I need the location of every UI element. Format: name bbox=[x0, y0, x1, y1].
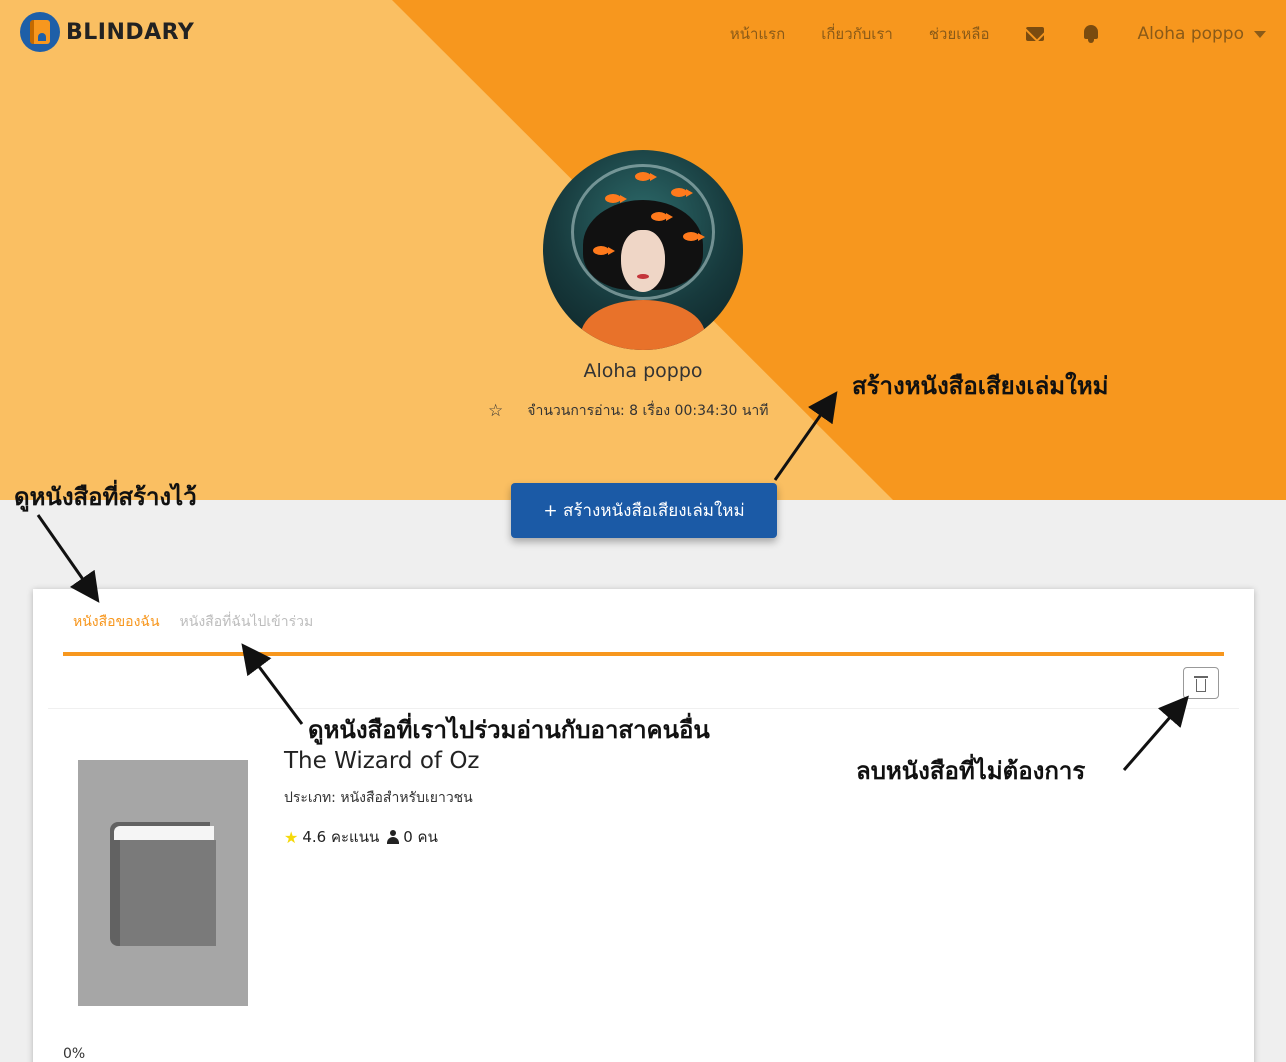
readers-count: 0 คน bbox=[403, 828, 438, 846]
delete-book-button[interactable] bbox=[1183, 667, 1219, 699]
caret-down-icon bbox=[1254, 30, 1266, 38]
envelope-icon[interactable] bbox=[1025, 24, 1045, 44]
book-placeholder-icon bbox=[110, 822, 218, 946]
bell-icon[interactable] bbox=[1081, 24, 1101, 44]
rating-text: 4.6 คะแนน bbox=[302, 828, 380, 846]
book-category: ประเภท: หนังสือสำหรับเยาวชน bbox=[284, 790, 473, 806]
divider bbox=[48, 708, 1239, 709]
brand-logo[interactable]: BLINDARY bbox=[20, 12, 194, 52]
annotation-delete: ลบหนังสือที่ไม่ต้องการ bbox=[856, 757, 1086, 785]
annotation-joined: ดูหนังสือที่เราไปร่วมอ่านกับอาสาคนอื่น bbox=[308, 716, 710, 744]
nav-link-about[interactable]: เกี่ยวกับเรา bbox=[821, 22, 893, 46]
book-cover[interactable] bbox=[78, 760, 248, 1006]
user-menu[interactable]: Aloha poppo bbox=[1137, 24, 1266, 44]
star-outline-icon: ☆ bbox=[488, 401, 504, 421]
top-nav: หน้าแรก เกี่ยวกับเรา ช่วยเหลือ Aloha pop… bbox=[694, 22, 1266, 46]
trash-icon bbox=[1194, 676, 1208, 678]
user-icon bbox=[387, 830, 400, 844]
reading-stats: ☆ จำนวนการอ่าน: 8 เรื่อง 00:34:30 นาที bbox=[488, 400, 769, 422]
tab-underline bbox=[63, 652, 1224, 656]
books-card: หนังสือของฉัน หนังสือที่ฉันไปเข้าร่วม Th… bbox=[33, 589, 1254, 1062]
tab-joined-books[interactable]: หนังสือที่ฉันไปเข้าร่วม bbox=[180, 611, 314, 633]
nav-link-help[interactable]: ช่วยเหลือ bbox=[929, 22, 990, 46]
user-menu-name: Aloha poppo bbox=[1137, 24, 1244, 44]
annotation-my-books: ดูหนังสือที่สร้างไว้ bbox=[14, 483, 197, 511]
book-rating: ★ 4.6 คะแนน 0 คน bbox=[284, 825, 438, 849]
brand-name: BLINDARY bbox=[66, 19, 195, 45]
annotation-create: สร้างหนังสือเสียงเล่มใหม่ bbox=[852, 372, 1109, 400]
reading-stats-text: จำนวนการอ่าน: 8 เรื่อง 00:34:30 นาที bbox=[527, 403, 769, 419]
arrow-my-books bbox=[36, 514, 100, 603]
star-icon: ★ bbox=[284, 827, 299, 847]
tab-my-books[interactable]: หนังสือของฉัน bbox=[73, 611, 160, 633]
progress-percent: 0% bbox=[63, 1046, 86, 1062]
create-audiobook-button[interactable]: + สร้างหนังสือเสียงเล่มใหม่ bbox=[511, 483, 777, 538]
nav-link-home[interactable]: หน้าแรก bbox=[730, 22, 785, 46]
profile-hero: BLINDARY หน้าแรก เกี่ยวกับเรา ช่วยเหลือ … bbox=[0, 0, 1286, 500]
book-title[interactable]: The Wizard of Oz bbox=[284, 748, 480, 774]
book-logo-icon bbox=[20, 12, 60, 52]
avatar bbox=[543, 150, 743, 350]
book-tabs: หนังสือของฉัน หนังสือที่ฉันไปเข้าร่วม bbox=[73, 611, 313, 633]
profile-name: Aloha poppo bbox=[583, 360, 703, 382]
